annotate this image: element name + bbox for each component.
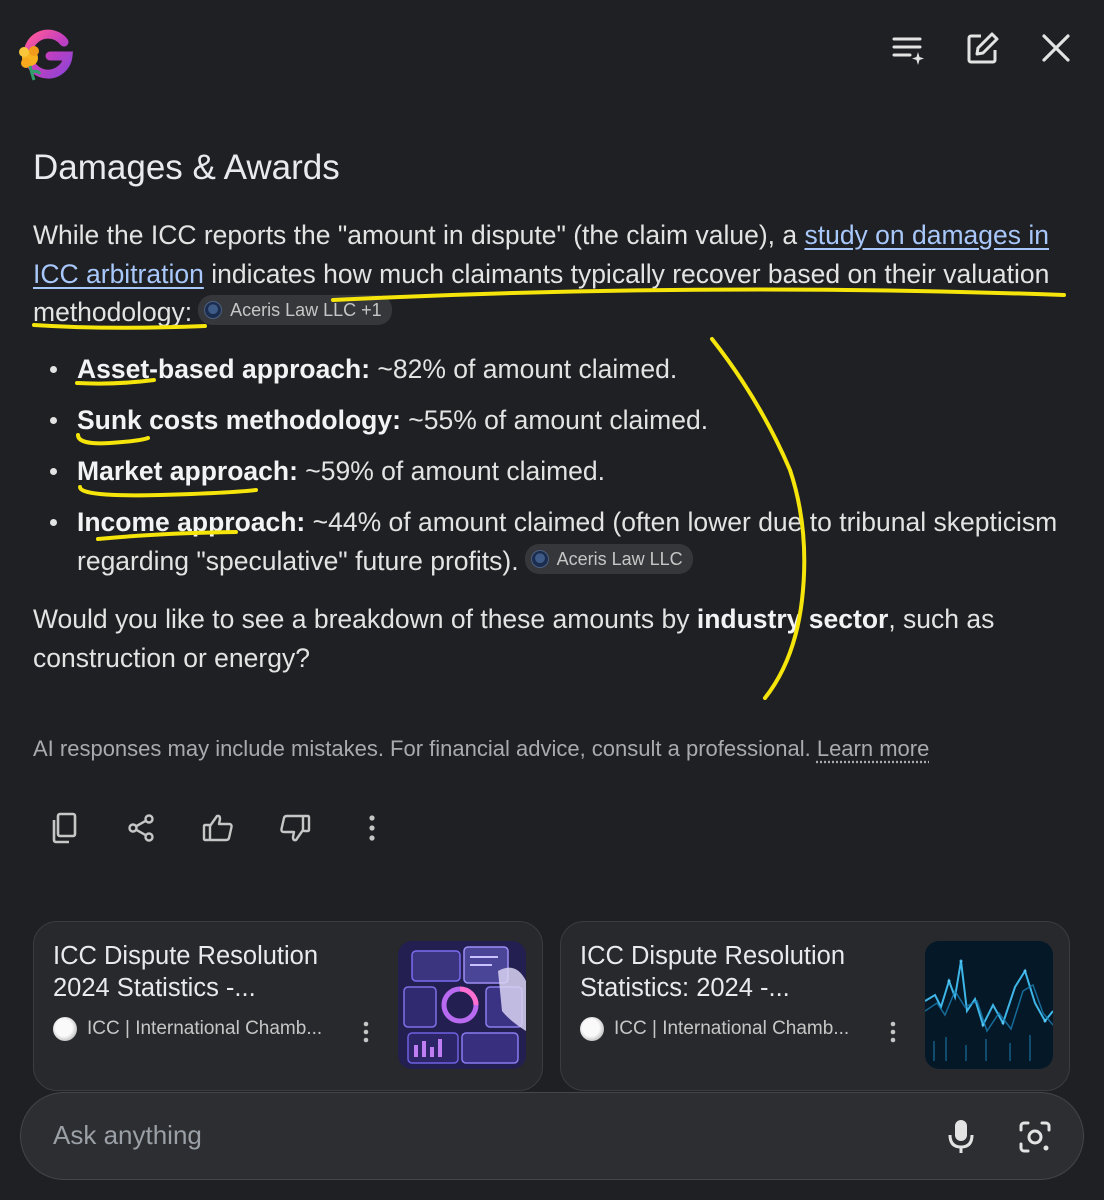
intro-text-before: While the ICC reports the "amount in dis… xyxy=(33,220,805,250)
citation-label: Aceris Law LLC xyxy=(556,548,683,569)
list-item: Market approach: ~59% of amount claimed. xyxy=(50,452,1077,491)
aceris-favicon-icon xyxy=(204,301,223,319)
card-thumbnail-waveform xyxy=(925,941,1053,1069)
citation-chip[interactable]: Aceris Law LLC +1 xyxy=(198,295,392,325)
close-icon[interactable] xyxy=(1036,26,1076,70)
globe-icon xyxy=(580,1017,604,1041)
thumbs-down-icon[interactable] xyxy=(275,806,315,850)
ask-input[interactable]: Ask anything xyxy=(20,1092,1084,1180)
list-sparkle-icon[interactable] xyxy=(888,26,928,70)
list-item: Sunk costs methodology: ~55% of amount c… xyxy=(50,401,1077,440)
ai-disclaimer: AI responses may include mistakes. For f… xyxy=(33,736,930,761)
citation-label: Aceris Law LLC +1 xyxy=(230,300,382,320)
copy-icon[interactable] xyxy=(44,806,84,850)
intro-paragraph: While the ICC reports the "amount in dis… xyxy=(33,216,1073,332)
card-title: ICC Dispute Resolution Statistics: 2024 … xyxy=(580,942,846,1002)
more-vertical-icon[interactable] xyxy=(356,1019,376,1045)
ask-placeholder: Ask anything xyxy=(53,1120,202,1150)
share-icon[interactable] xyxy=(121,806,161,850)
google-logo[interactable] xyxy=(14,24,78,84)
more-vertical-icon[interactable] xyxy=(352,806,392,850)
card-title: ICC Dispute Resolution 2024 Statistics -… xyxy=(53,942,319,1002)
card-source: ICC | International Chamb... xyxy=(580,1017,880,1041)
source-card[interactable]: ICC Dispute Resolution 2024 Statistics -… xyxy=(33,921,543,1091)
more-vertical-icon[interactable] xyxy=(883,1019,903,1045)
card-source-label: ICC | International Chamb... xyxy=(614,1018,850,1039)
source-card[interactable]: ICC Dispute Resolution Statistics: 2024 … xyxy=(560,921,1070,1091)
aceris-favicon-icon xyxy=(530,549,549,568)
google-lens-icon[interactable] xyxy=(1013,1115,1057,1159)
list-item: Income approach: ~44% of amount claimed … xyxy=(50,503,1077,580)
section-title: Damages & Awards xyxy=(33,148,340,187)
followup-paragraph: Would you like to see a breakdown of the… xyxy=(33,604,995,673)
microphone-icon[interactable] xyxy=(941,1115,981,1159)
globe-icon xyxy=(53,1017,77,1041)
card-thumbnail-dashboard xyxy=(398,941,526,1069)
thumbs-up-icon[interactable] xyxy=(198,806,238,850)
response-actions xyxy=(44,806,392,850)
card-source-label: ICC | International Chamb... xyxy=(87,1018,323,1039)
learn-more-link[interactable]: Learn more xyxy=(817,736,930,761)
edit-icon[interactable] xyxy=(962,26,1002,70)
citation-chip[interactable]: Aceris Law LLC xyxy=(524,543,693,574)
list-item: Asset-based approach: ~82% of amount cla… xyxy=(50,350,1077,389)
card-source: ICC | International Chamb... xyxy=(53,1017,353,1041)
